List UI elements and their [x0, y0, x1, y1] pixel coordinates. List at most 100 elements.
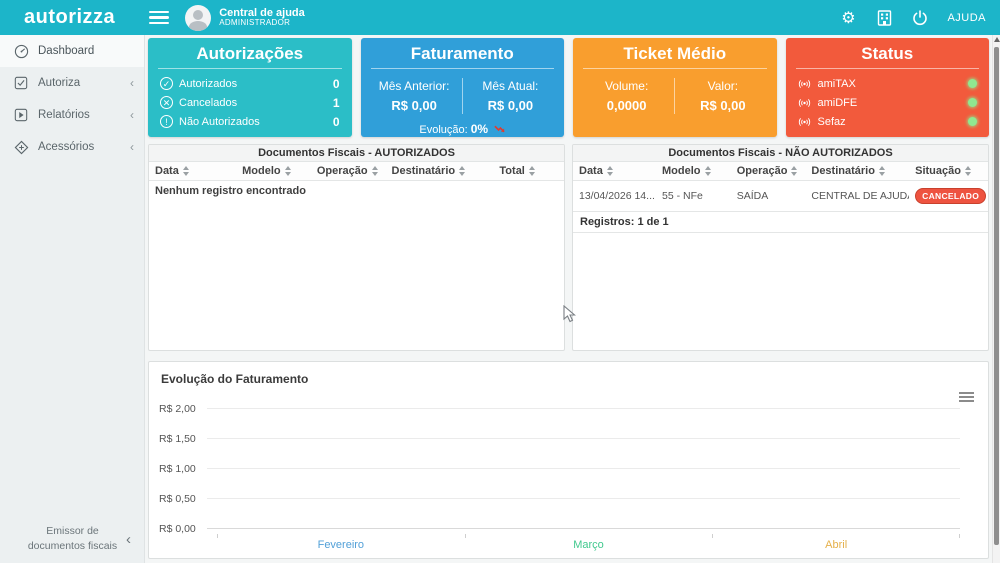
x-axis-ticks	[217, 534, 960, 538]
service-name: amiDFE	[817, 96, 858, 109]
signal-icon	[798, 117, 811, 127]
column-header-destinatario[interactable]: Destinatário	[385, 162, 494, 181]
column-header-operacao[interactable]: Operação	[730, 162, 806, 181]
column-header-situacao[interactable]: Situação	[909, 162, 988, 181]
chevron-left-icon: ‹	[130, 76, 134, 90]
app-header: autorizza Central de ajuda ADMINISTRADOR…	[0, 0, 1000, 35]
y-tick-label: R$ 0,00	[159, 522, 196, 535]
column-header-total[interactable]: Total	[493, 162, 564, 181]
prev-month-value: R$ 0,00	[391, 98, 437, 113]
status-online-dot	[968, 98, 977, 107]
scrollbar-thumb[interactable]	[994, 47, 999, 545]
exclamation-circle-icon: !	[160, 115, 173, 128]
current-month-label: Mês Atual:	[482, 79, 539, 93]
chevron-left-icon: ‹	[130, 140, 134, 154]
nao-autorizados-row: ! Não Autorizados 0	[148, 112, 352, 131]
settings-gear-icon[interactable]: ⚙	[839, 9, 857, 27]
signal-icon	[798, 98, 811, 108]
service-name: Sefaz	[817, 115, 846, 128]
x-circle-icon: ✕	[160, 96, 173, 109]
x-label-fevereiro: Fevereiro	[317, 539, 365, 551]
sidebar-item-relatorios[interactable]: Relatórios ‹	[0, 99, 144, 131]
sort-icon	[182, 166, 189, 176]
user-role: ADMINISTRADOR	[219, 18, 291, 28]
autorizados-row: ✓ Autorizados 0	[148, 74, 352, 93]
column-header-data[interactable]: Data	[573, 162, 656, 181]
avatar[interactable]	[185, 4, 212, 31]
status-online-dot	[968, 117, 977, 126]
cell-operacao: SAÍDA	[736, 190, 769, 202]
gridline	[207, 498, 960, 499]
page-scrollbar[interactable]	[992, 35, 1000, 563]
service-status-row: Sefaz	[786, 112, 990, 131]
cell-data: 13/04/2026 14...	[579, 190, 655, 202]
sidebar: Dashboard Autoriza ‹ Relatórios ‹ Acessó…	[0, 35, 145, 563]
sidebar-collapse-icon[interactable]: ‹	[126, 531, 131, 548]
kpi-cards: Autorizações ✓ Autorizados 0 ✕ Cancelado…	[145, 35, 992, 137]
x-label-abril: Abril	[825, 539, 848, 551]
x-axis-labels: Fevereiro Março Abril	[217, 539, 960, 551]
card-title: Faturamento	[410, 44, 514, 63]
checkbox-icon	[13, 75, 29, 91]
cell-modelo: 55 - NFe	[662, 190, 703, 202]
help-link[interactable]: AJUDA	[947, 12, 986, 24]
unauthorized-documents-panel: Documentos Fiscais - NÃO AUTORIZADOS Dat…	[572, 144, 989, 351]
empty-message: Nenhum registro encontrado	[155, 185, 306, 197]
y-tick-label: R$ 0,50	[159, 492, 196, 505]
sort-icon	[606, 166, 613, 176]
diamond-plus-icon	[13, 139, 29, 155]
row-value: 1	[332, 95, 340, 110]
records-count: Registros: 1 de 1	[573, 211, 988, 233]
sort-icon	[284, 166, 291, 176]
sort-icon	[878, 166, 885, 176]
column-header-data[interactable]: Data	[149, 162, 237, 181]
sort-icon	[371, 166, 378, 176]
user-info[interactable]: Central de ajuda ADMINISTRADOR	[219, 7, 305, 28]
panel-title: Documentos Fiscais - NÃO AUTORIZADOS	[573, 145, 988, 162]
row-value: 0	[332, 76, 340, 91]
logout-power-icon[interactable]	[911, 9, 929, 27]
column-header-operacao[interactable]: Operação	[310, 162, 386, 181]
table-row[interactable]: 13/04/2026 14... 55 - NFe SAÍDA CENTRAL …	[573, 181, 988, 212]
card-title: Ticket Médio	[623, 44, 727, 63]
column-header-modelo[interactable]: Modelo	[236, 162, 311, 181]
sort-icon	[459, 166, 466, 176]
authorized-documents-panel: Documentos Fiscais - AUTORIZADOS Data Mo…	[148, 144, 565, 351]
sidebar-item-acessorios[interactable]: Acessórios ‹	[0, 131, 144, 163]
cancelados-row: ✕ Cancelados 1	[148, 93, 352, 112]
card-faturamento: Faturamento Mês Anterior: R$ 0,00 Mês At…	[360, 38, 564, 137]
chevron-left-icon: ‹	[130, 108, 134, 122]
evolution-value: 0%	[470, 122, 489, 136]
sidebar-item-label: Dashboard	[38, 45, 95, 57]
main-content: Autorizações ✓ Autorizados 0 ✕ Cancelado…	[145, 35, 992, 563]
app-logo: autorizza	[24, 6, 116, 28]
x-axis-line	[207, 528, 960, 529]
card-ticket-medio: Ticket Médio Volume: 0,0000 Valor: R$ 0,…	[573, 38, 777, 137]
check-circle-icon: ✓	[160, 77, 173, 90]
menu-toggle-icon[interactable]	[149, 8, 170, 28]
sort-icon	[528, 166, 535, 176]
sort-icon	[791, 166, 798, 176]
sort-icon	[964, 166, 971, 176]
sidebar-item-label: Autoriza	[38, 77, 81, 89]
chart-menu-icon[interactable]	[959, 390, 974, 404]
gridline	[207, 438, 960, 439]
card-status: Status amiTAX amiDFE Sefaz	[785, 38, 990, 137]
valor-value: R$ 0,00	[700, 98, 746, 113]
scrollbar-up-arrow-icon[interactable]	[994, 37, 1000, 42]
status-badge: CANCELADO	[915, 188, 987, 204]
sidebar-footer-line2: documentos fiscais	[27, 540, 118, 553]
panel-title: Documentos Fiscais - AUTORIZADOS	[149, 145, 564, 162]
company-building-icon[interactable]	[875, 9, 893, 27]
column-header-modelo[interactable]: Modelo	[656, 162, 731, 181]
chart-title: Evolução do Faturamento	[161, 372, 309, 386]
sidebar-footer-line1: Emissor de	[46, 524, 99, 537]
sidebar-item-autoriza[interactable]: Autoriza ‹	[0, 67, 144, 99]
current-month-value: R$ 0,00	[487, 98, 534, 113]
service-status-row: amiDFE	[786, 93, 990, 112]
y-tick-label: R$ 2,00	[159, 402, 196, 415]
dashboard-gauge-icon	[13, 43, 29, 59]
sidebar-item-dashboard[interactable]: Dashboard	[0, 35, 144, 67]
column-header-destinatario[interactable]: Destinatário	[805, 162, 910, 181]
y-tick-label: R$ 1,50	[159, 432, 196, 445]
